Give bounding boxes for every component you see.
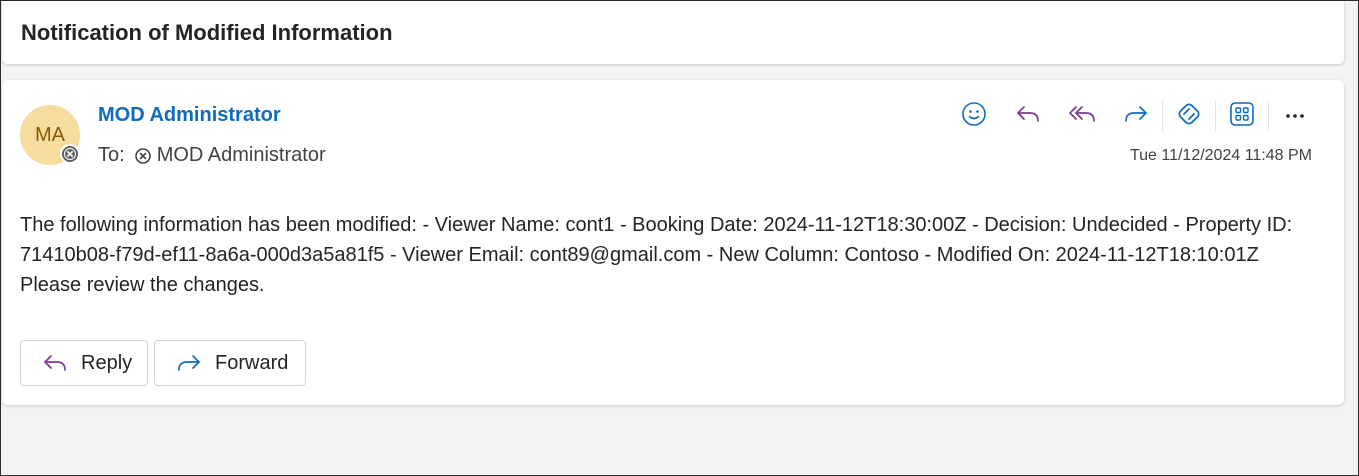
recipient-name[interactable]: MOD Administrator: [157, 144, 326, 167]
toolbar-divider: [1215, 101, 1216, 131]
email-subject: Notification of Modified Information: [21, 20, 393, 45]
emoji-react-button[interactable]: [954, 98, 994, 134]
message-card: MA MOD Administrator To: MOD Administrat…: [2, 80, 1344, 405]
reply-icon: [41, 351, 69, 375]
subject-header: Notification of Modified Information: [2, 1, 1344, 64]
to-label: To:: [98, 144, 125, 166]
reply-icon: [1014, 102, 1042, 131]
recipient-line: To: MOD Administrator: [98, 144, 326, 167]
apps-icon: [1229, 101, 1255, 132]
avatar-initials: MA: [35, 123, 65, 146]
toolbar-divider: [1268, 101, 1269, 131]
reply-button-label: Reply: [81, 351, 133, 374]
toolbar-divider: [1162, 101, 1163, 131]
emoji-icon: [961, 101, 987, 132]
more-actions-button[interactable]: [1275, 98, 1315, 134]
apps-button[interactable]: [1222, 98, 1262, 134]
message-timestamp: Tue 11/12/2024 11:48 PM: [1129, 147, 1312, 164]
sender-name[interactable]: MOD Administrator: [98, 104, 281, 127]
forward-icon: [175, 351, 203, 375]
message-toolbar: [954, 98, 1321, 134]
loop-button[interactable]: [1169, 98, 1209, 134]
forward-icon: [1122, 102, 1150, 131]
reply-all-toolbar-button[interactable]: [1062, 98, 1102, 134]
reply-all-icon: [1067, 102, 1097, 131]
recipient-status-icon: [134, 147, 152, 165]
loop-icon: [1175, 100, 1203, 133]
forward-button[interactable]: Forward: [154, 340, 306, 386]
message-body: The following information has been modif…: [20, 214, 1293, 296]
presence-offline-icon: [60, 144, 80, 164]
forward-toolbar-button[interactable]: [1116, 98, 1156, 134]
reply-button[interactable]: Reply: [20, 340, 148, 386]
forward-button-label: Forward: [215, 351, 289, 374]
more-icon: [1283, 107, 1307, 125]
reply-toolbar-button[interactable]: [1008, 98, 1048, 134]
